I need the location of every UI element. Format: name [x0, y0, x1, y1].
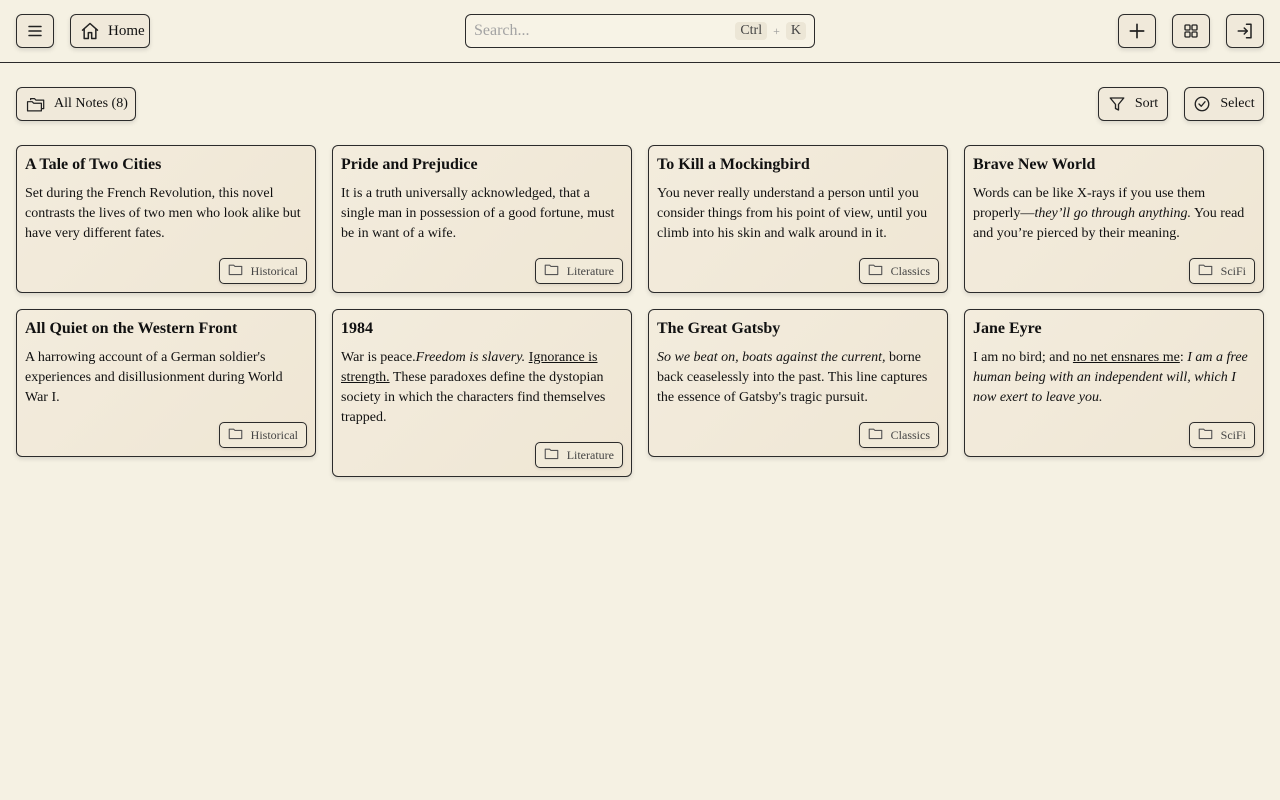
note-body: Set during the French Revolution, this n… [25, 186, 301, 241]
note-tag-label: Classics [890, 263, 930, 278]
note-body-underline: no net ensnares me [1072, 350, 1180, 365]
note-title: Brave New World [973, 156, 1096, 173]
note-body-emphasis: Freedom is slavery. [415, 350, 526, 365]
note-tag-label: Historical [250, 263, 298, 278]
note-tag[interactable]: SciFi [1188, 258, 1255, 284]
all-notes-label: All Notes (8) [54, 96, 128, 111]
top-bar: Home Ctrl + K [0, 0, 1280, 63]
shortcut-key: K [785, 22, 806, 40]
note-body: It is a truth universally acknowledged, … [341, 186, 615, 241]
sort-button[interactable]: Sort [1098, 87, 1168, 121]
note-tag[interactable]: Literature [534, 258, 623, 284]
note-body: You never really understand a person unt… [657, 186, 928, 241]
note-body: So we beat on, boats against the current… [657, 348, 939, 408]
note-title: All Quiet on the Western Front [25, 320, 238, 337]
note-tag-label: Historical [250, 427, 298, 442]
folder-icon [868, 427, 883, 444]
check-circle-icon [1193, 95, 1211, 113]
note-tag[interactable]: SciFi [1188, 422, 1255, 448]
note-title: 1984 [341, 320, 373, 337]
note-body: War is peace.Freedom is slavery. Ignoran… [341, 348, 623, 428]
note-card[interactable]: 1984 War is peace.Freedom is slavery. Ig… [332, 309, 632, 477]
note-body: I am no bird; and no net ensnares me: I … [973, 348, 1255, 408]
new-note-button[interactable] [1118, 14, 1156, 48]
all-notes-button[interactable]: All Notes (8) [16, 87, 136, 121]
note-card[interactable]: To Kill a Mockingbird You never really u… [648, 145, 948, 293]
note-body-text: War is peace. [341, 350, 416, 365]
note-tag-label: SciFi [1220, 427, 1246, 442]
note-tag-label: Literature [566, 447, 614, 462]
note-tag[interactable]: Classics [858, 258, 939, 284]
note-tag-label: Classics [890, 427, 930, 442]
filter-icon [1108, 95, 1126, 113]
note-tag[interactable]: Literature [534, 442, 623, 468]
note-card[interactable]: Brave New World Words can be like X-rays… [964, 145, 1264, 293]
note-body-emphasis: they’ll go through anything. [1034, 206, 1192, 221]
note-card[interactable]: Jane Eyre I am no bird; and no net ensna… [964, 309, 1264, 457]
note-card[interactable]: All Quiet on the Western Front A harrowi… [16, 309, 316, 457]
note-tag[interactable]: Classics [858, 422, 939, 448]
search-box[interactable]: Ctrl + K [465, 14, 815, 48]
note-body: Words can be like X-rays if you use them… [973, 184, 1255, 244]
note-card[interactable]: A Tale of Two Cities Set during the Fren… [16, 145, 316, 293]
menu-icon [26, 22, 44, 40]
note-title: Pride and Prejudice [341, 156, 478, 173]
note-card[interactable]: Pride and Prejudice It is a truth univer… [332, 145, 632, 293]
login-icon [1236, 22, 1254, 40]
login-button[interactable] [1226, 14, 1264, 48]
folder-icon [1198, 263, 1213, 280]
note-tag-label: Literature [566, 263, 614, 278]
home-label: Home [108, 22, 145, 39]
grid-view-button[interactable] [1172, 14, 1210, 48]
home-button[interactable]: Home [70, 14, 150, 48]
select-button[interactable]: Select [1184, 87, 1264, 121]
note-tag-label: SciFi [1220, 263, 1246, 278]
plus-icon [1127, 21, 1147, 41]
note-body-text: I am no bird; and [973, 350, 1073, 365]
folder-icon [228, 427, 243, 444]
folder-icon [544, 447, 559, 464]
search-input[interactable] [474, 22, 736, 40]
menu-button[interactable] [16, 14, 54, 48]
shortcut-plus: + [773, 23, 780, 38]
folder-icon [868, 263, 883, 280]
note-tag[interactable]: Historical [218, 258, 307, 284]
select-label: Select [1220, 96, 1255, 111]
grid-icon [1183, 23, 1199, 39]
note-title: A Tale of Two Cities [25, 156, 162, 173]
note-card[interactable]: The Great Gatsby So we beat on, boats ag… [648, 309, 948, 457]
note-body: A harrowing account of a German soldier'… [25, 350, 283, 405]
folder-icon [228, 263, 243, 280]
note-title: The Great Gatsby [657, 320, 781, 337]
note-title: To Kill a Mockingbird [657, 156, 810, 173]
folder-icon [1198, 427, 1213, 444]
folders-icon [26, 95, 46, 113]
home-icon [80, 21, 100, 41]
note-title: Jane Eyre [973, 320, 1042, 337]
sort-label: Sort [1134, 96, 1159, 111]
folder-icon [544, 263, 559, 280]
note-tag[interactable]: Historical [218, 422, 307, 448]
shortcut-ctrl: Ctrl [735, 22, 768, 40]
note-body-emphasis: So we beat on, boats against the current… [657, 350, 886, 365]
